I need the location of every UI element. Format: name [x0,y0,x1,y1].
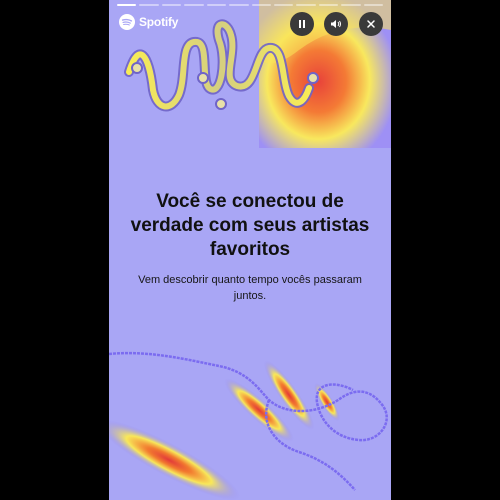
progress-segment [273,4,294,6]
bottom-decoration [109,351,388,500]
pause-icon [299,20,305,28]
close-button[interactable] [359,12,383,36]
close-icon [367,20,375,28]
progress-segment [341,4,361,6]
story-subtitle: Vem descobrir quanto tempo vocês passara… [138,274,362,302]
progress-segment [117,4,137,6]
spotify-wordmark: Spotify [139,15,179,29]
progress-segment [184,4,204,6]
progress-segment [363,4,384,6]
progress-segment [229,4,249,6]
story-title: Você se conectou de verdade com seus art… [130,191,370,260]
progress-segment [139,4,159,6]
spotify-logo: Spotify [119,14,178,30]
pause-button[interactable] [290,12,314,36]
volume-button[interactable] [324,12,348,36]
progress-segment [206,4,227,6]
progress-segment [318,4,339,6]
progress-segment [161,4,182,6]
spotify-icon [119,14,135,30]
story-progress-bar [117,4,384,6]
progress-segment [251,4,271,6]
progress-segment [296,4,316,6]
volume-icon [331,20,341,28]
story-card[interactable]: Spotify Você se conectou de verdade com … [109,0,391,500]
